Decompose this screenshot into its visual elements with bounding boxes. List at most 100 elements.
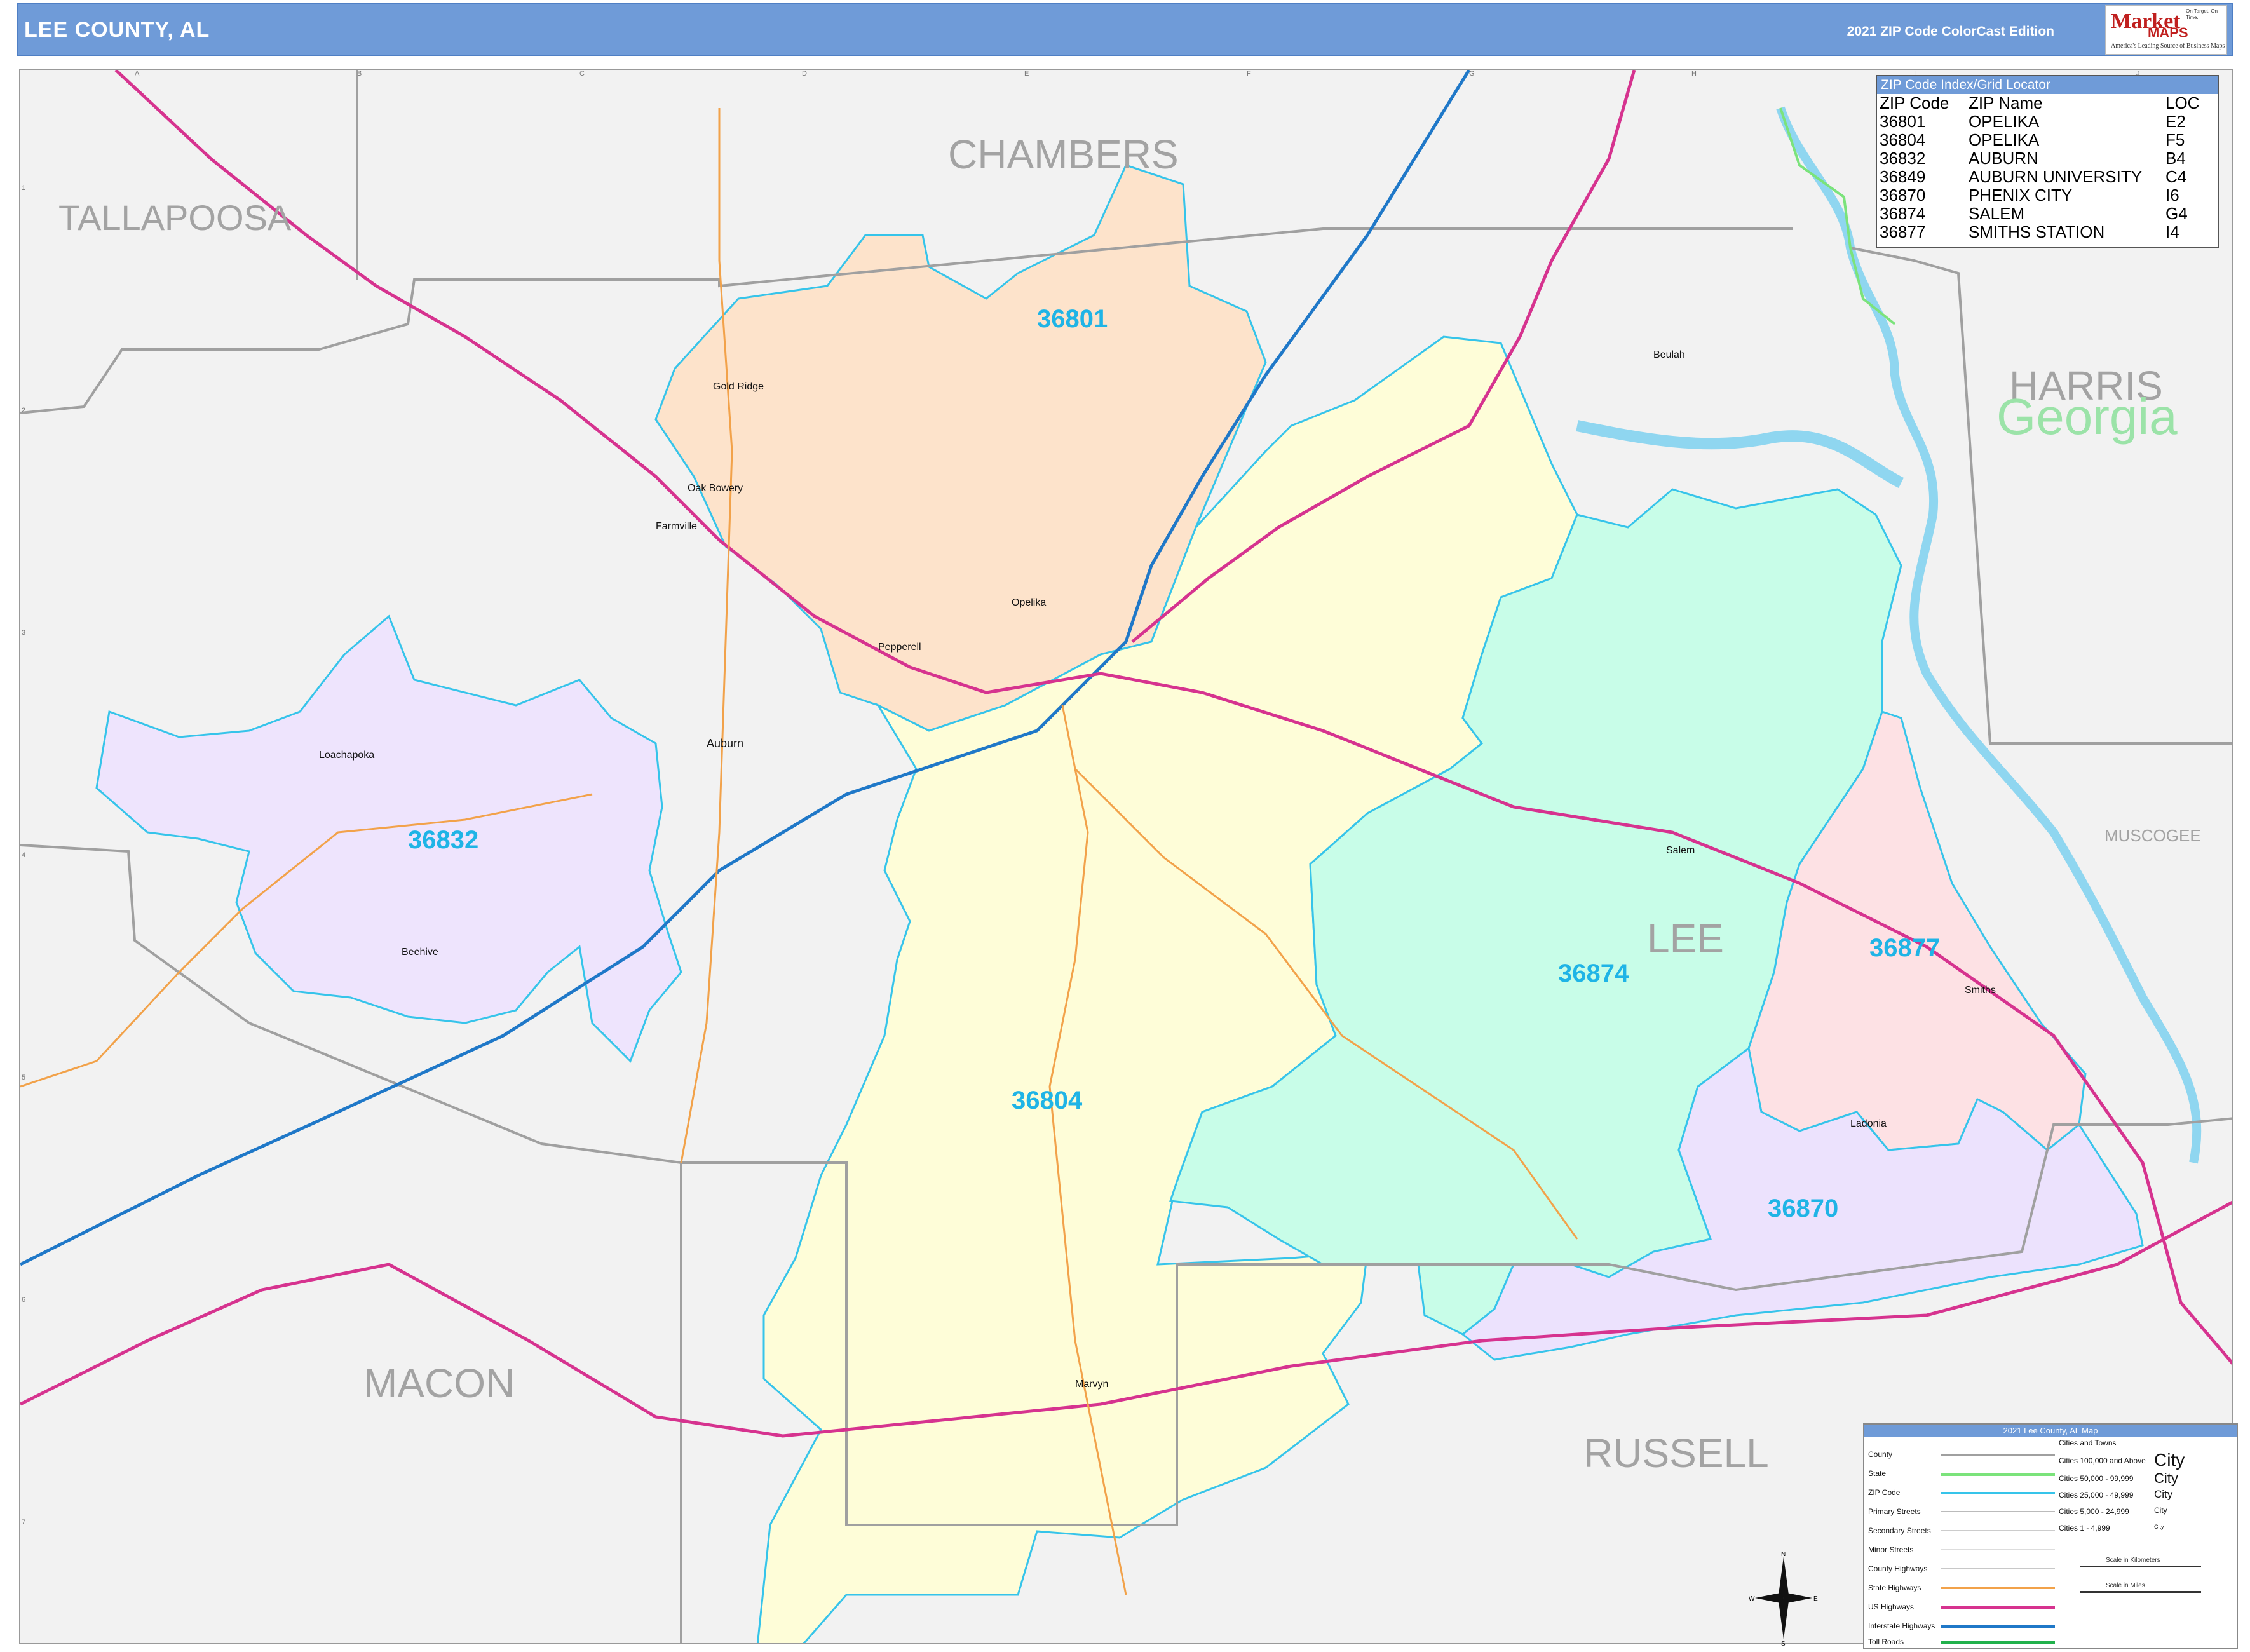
city-label-loachapoka: Loachapoka xyxy=(319,750,375,761)
table-header-row: ZIP Code ZIP Name LOC xyxy=(1880,94,2210,112)
city-label-opelika: Opelika xyxy=(1012,597,1047,608)
loc-cell: C4 xyxy=(2165,167,2187,186)
name-cell: AUBURN xyxy=(1969,149,2038,168)
legend-swatch-secondary xyxy=(1941,1530,2055,1531)
zip-label-36874: 36874 xyxy=(1558,959,1629,987)
city-label-beehive: Beehive xyxy=(402,947,438,958)
grid-row-label: 1 xyxy=(22,184,26,192)
grid-col-label: B xyxy=(357,70,362,78)
city-label-gold-ridge: Gold Ridge xyxy=(713,381,764,392)
city-label-marvyn: Marvyn xyxy=(1075,1379,1109,1390)
zip-cell: 36874 xyxy=(1880,204,1926,223)
map-canvas[interactable]: CHAMBERS TALLAPOOSA HARRIS MUSCOGEE LEE … xyxy=(19,69,2233,1644)
scale-mi-label: Scale in Miles xyxy=(2106,1582,2145,1589)
county-label-macon: MACON xyxy=(363,1360,515,1406)
logo-maps: MAPS xyxy=(2148,25,2188,41)
zip-cell: 36801 xyxy=(1880,112,1926,131)
name-cell: OPELIKA xyxy=(1969,112,2040,131)
legend-item: Primary Streets xyxy=(1868,1507,1921,1516)
city-label-smiths: Smiths xyxy=(1965,985,1996,996)
county-label-muscogee: MUSCOGEE xyxy=(2104,826,2201,845)
legend-item: Interstate Highways xyxy=(1868,1622,1935,1630)
name-cell: OPELIKA xyxy=(1969,130,2040,149)
loc-cell: E2 xyxy=(2165,112,2186,131)
grid-row-label: 6 xyxy=(22,1296,26,1304)
zip-label-36832: 36832 xyxy=(408,826,479,854)
compass-rose-icon: N S W E xyxy=(1749,1551,1818,1646)
legend-title: 2021 Lee County, AL Map xyxy=(1864,1425,2237,1437)
legend-item: State Highways xyxy=(1868,1583,1921,1592)
legend-swatch-state xyxy=(1941,1473,2055,1476)
zip-code-index: ZIP Code Index/Grid Locator ZIP Code ZIP… xyxy=(1876,75,2219,248)
state-highway xyxy=(680,108,733,1163)
city-sample: City xyxy=(2154,1524,2164,1530)
zip-label-36870: 36870 xyxy=(1768,1195,1839,1222)
city-class: Cities 50,000 - 99,999 xyxy=(2059,1474,2134,1483)
zip-cell: 36832 xyxy=(1880,149,1926,168)
county-label-tallapoosa: TALLAPOOSA xyxy=(58,198,292,238)
grid-row-label: 2 xyxy=(22,407,26,414)
legend-item: US Highways xyxy=(1868,1602,1915,1611)
legend-item: ZIP Code xyxy=(1868,1488,1901,1497)
compass-s: S xyxy=(1781,1641,1786,1646)
map-title: LEE COUNTY, AL xyxy=(24,18,210,42)
logo-slogan: On Target. On Time. xyxy=(2186,8,2218,20)
legend-item: State xyxy=(1868,1469,1887,1478)
legend-item: Minor Streets xyxy=(1868,1545,1914,1554)
name-cell: AUBURN UNIVERSITY xyxy=(1969,167,2143,186)
column-header: LOC xyxy=(2165,93,2200,112)
county-label-russell: RUSSELL xyxy=(1583,1430,1769,1476)
logo-tagline: America's Leading Source of Business Map… xyxy=(2111,43,2225,50)
legend-item: County xyxy=(1868,1450,1893,1459)
table-row: 36870 PHENIX CITY I6 xyxy=(1880,186,2210,205)
name-cell: SALEM xyxy=(1969,204,2025,223)
legend-swatch-state-hwy xyxy=(1941,1587,2055,1589)
grid-col-label: H xyxy=(1691,70,1697,78)
city-label-beulah: Beulah xyxy=(1653,349,1685,360)
city-class: Cities 25,000 - 49,999 xyxy=(2059,1491,2134,1500)
grid-col-label: F xyxy=(1247,70,1251,78)
zip-cell: 36849 xyxy=(1880,167,1926,186)
scale-km-bar xyxy=(2080,1566,2201,1567)
grid-col-label: G xyxy=(1469,70,1475,78)
table-row: 36804 OPELIKA F5 xyxy=(1880,131,2210,149)
city-class: Cities 100,000 and Above xyxy=(2059,1456,2146,1465)
city-sample: City xyxy=(2154,1506,2167,1515)
legend-swatch-toll xyxy=(1941,1641,2055,1644)
table-row: 36874 SALEM G4 xyxy=(1880,205,2210,223)
cities-title: Cities and Towns xyxy=(2059,1439,2117,1447)
grid-row-label: 5 xyxy=(22,1074,26,1081)
city-label-auburn: Auburn xyxy=(707,737,744,750)
legend-swatch-minor xyxy=(1941,1549,2055,1550)
zip-label-36877: 36877 xyxy=(1869,934,1941,962)
table-row: 36849 AUBURN UNIVERSITY C4 xyxy=(1880,168,2210,186)
loc-cell: B4 xyxy=(2165,149,2186,168)
city-sample: City xyxy=(2154,1488,2173,1500)
zip-area-36832 xyxy=(95,614,682,1063)
zip-cell: 36877 xyxy=(1880,222,1926,241)
county-label-lee: LEE xyxy=(1647,916,1724,961)
county-label-chambers: CHAMBERS xyxy=(948,132,1179,177)
loc-cell: I6 xyxy=(2165,186,2179,205)
zip-index-table: ZIP Code ZIP Name LOC 36801 OPELIKA E2 368… xyxy=(1880,94,2210,241)
city-label-salem: Salem xyxy=(1666,845,1695,856)
legend-swatch-interstate xyxy=(1941,1625,2055,1628)
loc-cell: I4 xyxy=(2165,222,2179,241)
zip-index-title: ZIP Code Index/Grid Locator xyxy=(1877,76,2218,94)
legend-swatch-primary xyxy=(1941,1511,2055,1512)
compass-e: E xyxy=(1813,1595,1818,1602)
city-label-farmville: Farmville xyxy=(656,521,697,532)
legend-swatch-county xyxy=(1941,1454,2055,1456)
legend-swatch-zip xyxy=(1941,1492,2055,1494)
name-cell: PHENIX CITY xyxy=(1969,186,2073,205)
zip-label-36801: 36801 xyxy=(1037,305,1108,333)
column-header: ZIP Name xyxy=(1969,93,2043,112)
name-cell: SMITHS STATION xyxy=(1969,222,2105,241)
grid-col-label: A xyxy=(135,70,140,78)
legend-swatch-us-hwy xyxy=(1941,1606,2055,1609)
table-row: 36832 AUBURN B4 xyxy=(1880,149,2210,168)
map-svg xyxy=(20,70,2232,1643)
legend-item: Toll Roads xyxy=(1868,1637,1904,1646)
grid-row-label: 3 xyxy=(22,629,26,637)
compass-w: W xyxy=(1749,1595,1755,1602)
